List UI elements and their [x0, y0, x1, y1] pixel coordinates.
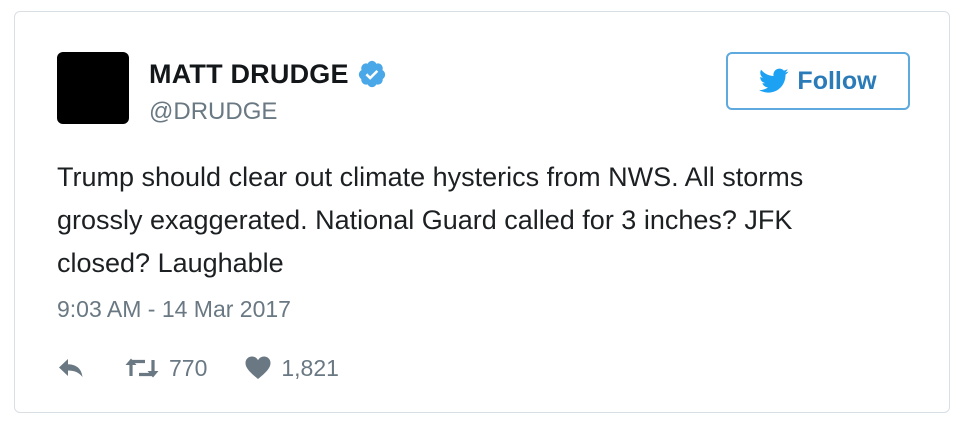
heart-icon	[245, 356, 271, 380]
follow-button[interactable]: Follow	[726, 52, 910, 110]
reply-icon	[57, 357, 85, 379]
reply-button[interactable]	[57, 357, 85, 379]
like-button[interactable]: 1,821	[245, 355, 339, 382]
like-count: 1,821	[281, 354, 339, 381]
retweet-button[interactable]: 770	[125, 355, 207, 382]
retweet-count: 770	[169, 354, 208, 381]
verified-badge-icon	[357, 59, 387, 89]
avatar[interactable]	[57, 52, 129, 124]
author-name-row: MATT DRUDGE	[149, 58, 387, 90]
tweet-text: Trump should clear out climate hysterics…	[57, 162, 804, 278]
tweet-card: MATT DRUDGE @DRUDGE Follow Trump should …	[14, 11, 950, 413]
tweet-actions: 770 1,821	[57, 353, 339, 383]
author-handle[interactable]: @DRUDGE	[149, 98, 277, 126]
tweet-timestamp[interactable]: 9:03 AM - 14 Mar 2017	[57, 296, 291, 323]
follow-button-label: Follow	[797, 66, 877, 95]
author-display-name[interactable]: MATT DRUDGE	[149, 59, 349, 90]
twitter-bird-icon	[759, 68, 789, 94]
retweet-icon	[125, 357, 159, 379]
